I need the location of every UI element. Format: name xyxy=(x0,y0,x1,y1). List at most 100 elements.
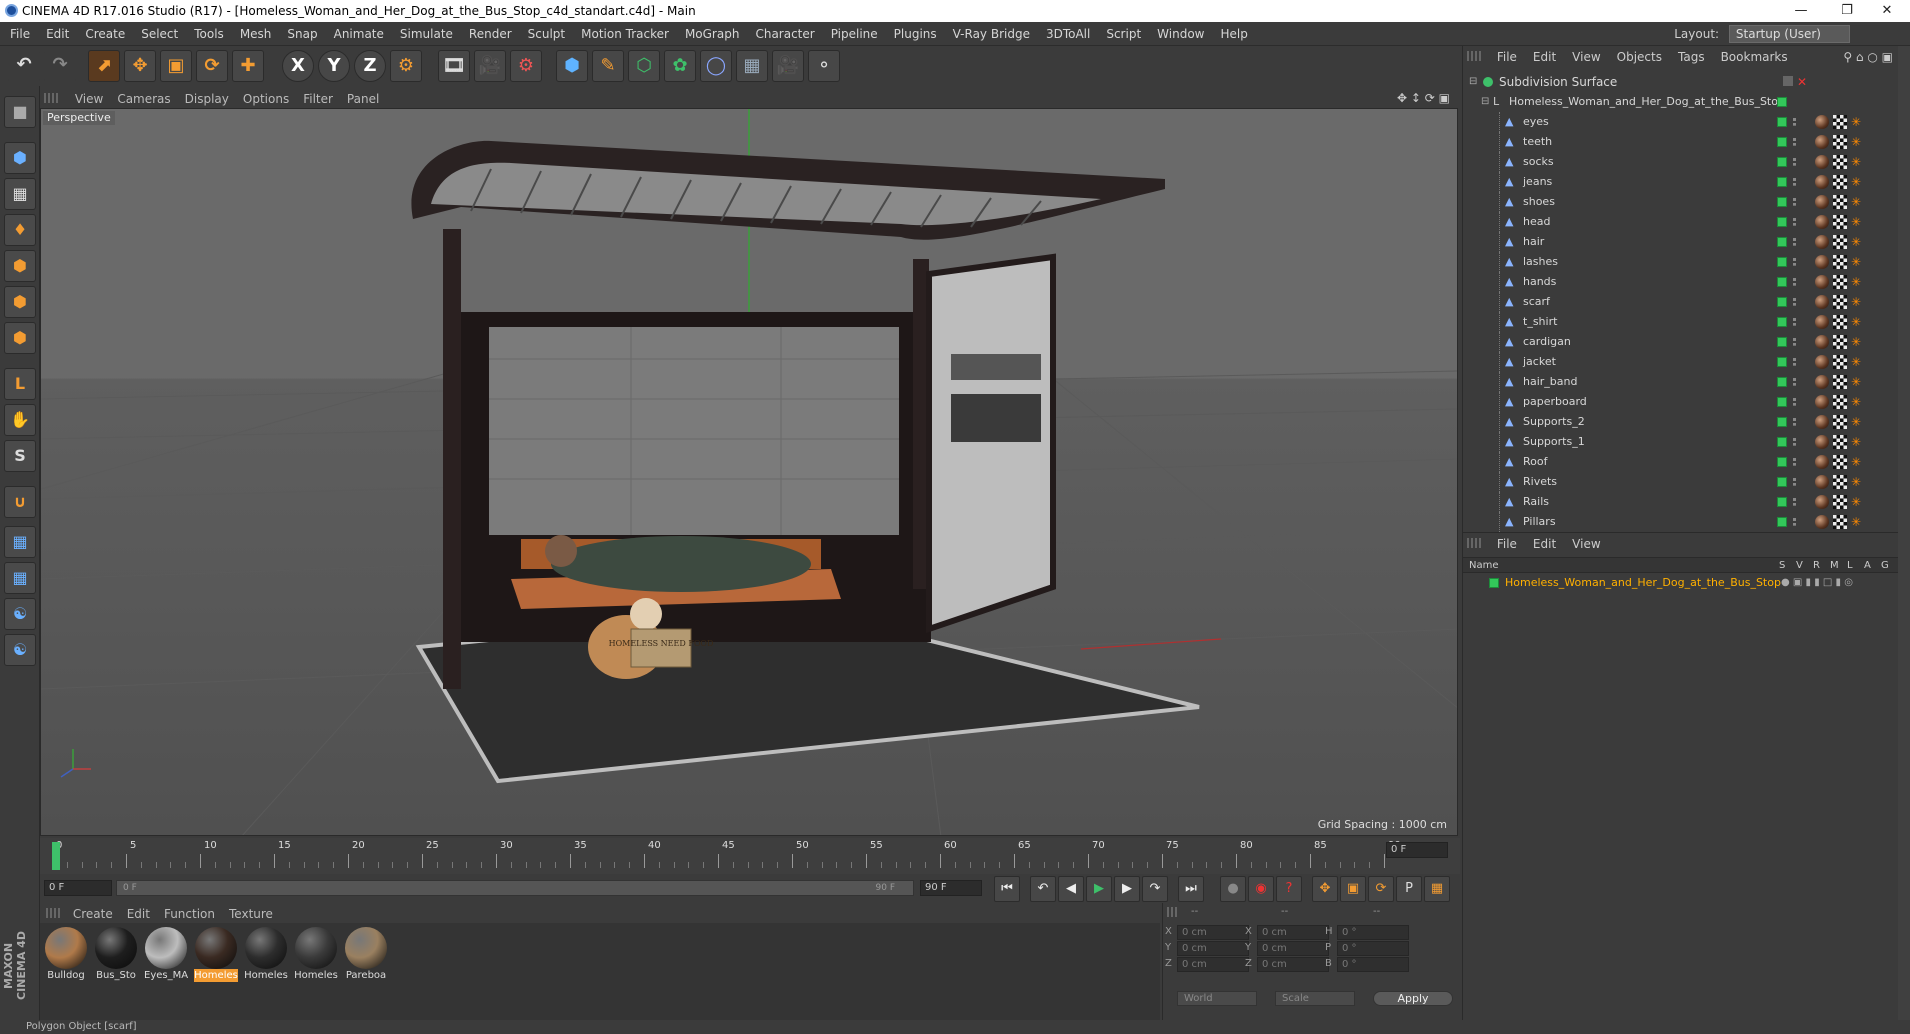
phong-tag-icon[interactable]: ✳ xyxy=(1851,336,1863,348)
material-tag-icon[interactable] xyxy=(1815,215,1829,229)
render-dot-icon[interactable] xyxy=(1793,378,1797,386)
material-menu-edit[interactable]: Edit xyxy=(120,904,157,924)
layer-column-a[interactable]: A xyxy=(1864,558,1871,573)
material-tag-icon[interactable] xyxy=(1815,455,1829,469)
om-menu-view[interactable]: View xyxy=(1564,46,1608,68)
om-menu-objects[interactable]: Objects xyxy=(1609,46,1670,68)
render-dot-icon[interactable] xyxy=(1793,498,1797,506)
model-mode-icon[interactable]: ⬢ xyxy=(4,142,36,174)
material-tag-icon[interactable] xyxy=(1815,135,1829,149)
visibility-tag[interactable] xyxy=(1777,357,1787,367)
subdivision-icon[interactable]: ⬡ xyxy=(628,50,660,82)
render-dot-icon[interactable] xyxy=(1793,278,1797,286)
range-slider[interactable]: 0 F 90 F xyxy=(116,880,914,896)
visibility-tag[interactable] xyxy=(1777,417,1787,427)
auto-key-icon[interactable]: ? xyxy=(1276,876,1302,902)
visibility-tag[interactable] xyxy=(1777,317,1787,327)
render-dot-icon[interactable] xyxy=(1793,258,1797,266)
render-dot-icon[interactable] xyxy=(1793,478,1797,486)
coord-field[interactable]: 0 ° xyxy=(1337,925,1409,940)
render-dot-icon[interactable] xyxy=(1793,358,1797,366)
coord-field[interactable]: 0 ° xyxy=(1337,941,1409,956)
material-tag-icon[interactable] xyxy=(1815,335,1829,349)
material-tag-icon[interactable] xyxy=(1815,115,1829,129)
layer-column-r[interactable]: R xyxy=(1813,558,1820,573)
phong-tag-icon[interactable]: ✳ xyxy=(1851,376,1863,388)
coord-field[interactable]: 0 cm xyxy=(1177,925,1249,940)
material-swatch[interactable]: Homeles xyxy=(294,927,338,985)
texture-tag-icon[interactable] xyxy=(1833,435,1847,449)
texture-tag-icon[interactable] xyxy=(1833,235,1847,249)
current-frame-field[interactable]: 0 F xyxy=(1386,842,1448,858)
visibility-tag[interactable] xyxy=(1777,517,1787,527)
object-row[interactable]: ▲ shoes ✳ xyxy=(1463,192,1903,212)
object-row[interactable]: ▲ scarf ✳ xyxy=(1463,292,1903,312)
object-row[interactable]: ▲ Rails ✳ xyxy=(1463,492,1903,512)
om-menu-tags[interactable]: Tags xyxy=(1670,46,1713,68)
layer-row[interactable]: Homeless_Woman_and_Her_Dog_at_the_Bus_St… xyxy=(1463,575,1910,591)
visibility-tag[interactable] xyxy=(1777,497,1787,507)
light-icon[interactable]: ⚬ xyxy=(808,50,840,82)
layer-menu-edit[interactable]: Edit xyxy=(1525,533,1564,555)
object-row[interactable]: ▲ Rivets ✳ xyxy=(1463,472,1903,492)
menu-animate[interactable]: Animate xyxy=(326,22,392,46)
material-tag-icon[interactable] xyxy=(1815,435,1829,449)
render-dot-icon[interactable] xyxy=(1793,158,1797,166)
record-off-icon[interactable]: ● xyxy=(1220,876,1246,902)
visibility-tag[interactable] xyxy=(1777,297,1787,307)
magnet-icon[interactable]: ∪ xyxy=(4,486,36,518)
edges-mode-icon[interactable]: ⬢ xyxy=(4,286,36,318)
object-row[interactable]: ▲ Supports_1 ✳ xyxy=(1463,432,1903,452)
visibility-tag[interactable] xyxy=(1777,117,1787,127)
menu-motion-tracker[interactable]: Motion Tracker xyxy=(573,22,677,46)
object-row-group[interactable]: ⊟ L Homeless_Woman_and_Her_Dog_at_the_Bu… xyxy=(1463,92,1903,112)
viewport-menu-options[interactable]: Options xyxy=(236,89,296,109)
viewport-menu-display[interactable]: Display xyxy=(178,89,236,109)
right-tab-strip[interactable] xyxy=(1898,46,1910,1020)
material-tag-icon[interactable] xyxy=(1815,235,1829,249)
move-plus-icon[interactable]: ✚ xyxy=(232,50,264,82)
om-search-icons[interactable]: ⚲ ⌂ ○ ▣ xyxy=(1835,46,1901,68)
key-scale-icon[interactable]: ▣ xyxy=(1340,876,1366,902)
menu-character[interactable]: Character xyxy=(747,22,822,46)
material-swatch[interactable]: Bus_Sto xyxy=(94,927,138,985)
texture-tag-icon[interactable] xyxy=(1833,115,1847,129)
object-row[interactable]: ▲ hair ✳ xyxy=(1463,232,1903,252)
disabled-x-icon[interactable]: ✕ xyxy=(1797,72,1807,92)
material-tag-icon[interactable] xyxy=(1815,275,1829,289)
texture-tag-icon[interactable] xyxy=(1833,275,1847,289)
menu-create[interactable]: Create xyxy=(77,22,133,46)
coord-field[interactable]: 0 cm xyxy=(1257,957,1329,972)
texture-tag-icon[interactable] xyxy=(1833,215,1847,229)
goto-end-icon[interactable]: ⏭ xyxy=(1178,876,1204,902)
floor-icon[interactable]: ▦ xyxy=(736,50,768,82)
object-row[interactable]: ▲ Pillars ✳ xyxy=(1463,512,1903,532)
render-view-icon[interactable]: 🎥 xyxy=(474,50,506,82)
coord-field[interactable]: 0 cm xyxy=(1177,957,1249,972)
phong-tag-icon[interactable]: ✳ xyxy=(1851,276,1863,288)
object-row[interactable]: ▲ t_shirt ✳ xyxy=(1463,312,1903,332)
visibility-tag[interactable] xyxy=(1777,217,1787,227)
viewport-menu-cameras[interactable]: Cameras xyxy=(110,89,177,109)
visibility-tag[interactable] xyxy=(1777,397,1787,407)
layer-column-g[interactable]: G xyxy=(1881,558,1889,573)
camera-icon[interactable]: 🎥 xyxy=(772,50,804,82)
key-move-icon[interactable]: ✥ xyxy=(1312,876,1338,902)
om-menu-bookmarks[interactable]: Bookmarks xyxy=(1713,46,1796,68)
pen-icon[interactable]: ✎ xyxy=(592,50,624,82)
texture-tag-icon[interactable] xyxy=(1833,455,1847,469)
render-settings-icon[interactable]: ⚙ xyxy=(510,50,542,82)
next-key-icon[interactable]: ↷ xyxy=(1142,876,1168,902)
move-icon[interactable]: ✥ xyxy=(124,50,156,82)
material-tag-icon[interactable] xyxy=(1815,155,1829,169)
coord-system-dropdown[interactable]: World xyxy=(1177,991,1257,1006)
render-dot-icon[interactable] xyxy=(1793,518,1797,526)
visibility-tag[interactable] xyxy=(1777,257,1787,267)
render-dot-icon[interactable] xyxy=(1793,398,1797,406)
playhead[interactable] xyxy=(52,842,60,870)
menu-select[interactable]: Select xyxy=(133,22,186,46)
phong-tag-icon[interactable]: ✳ xyxy=(1851,396,1863,408)
layout-selector[interactable]: Layout: Startup (User) xyxy=(1674,25,1850,43)
size-mode-dropdown[interactable]: Scale xyxy=(1275,991,1355,1006)
render-region-icon[interactable]: 🎞 xyxy=(438,50,470,82)
